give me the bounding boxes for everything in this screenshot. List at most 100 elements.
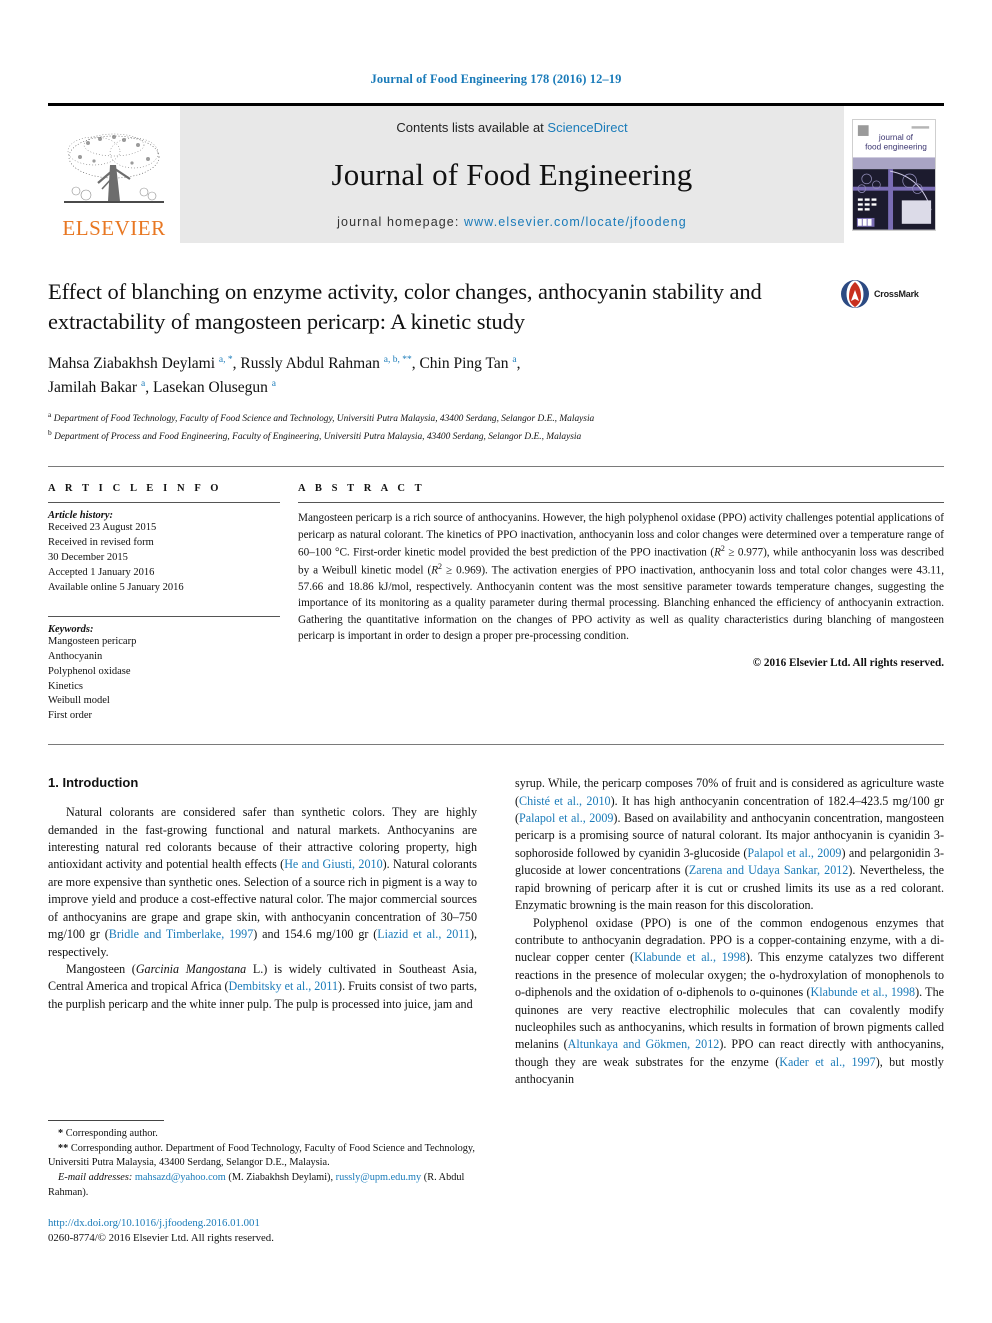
journal-cover-image: journal of food engineering bbox=[852, 118, 936, 231]
journal-homepage-line: journal homepage: www.elsevier.com/locat… bbox=[337, 215, 687, 229]
keywords-divider bbox=[48, 615, 280, 617]
history-line: Received in revised form bbox=[48, 537, 154, 549]
elsevier-tree-icon bbox=[64, 133, 164, 203]
citation-link[interactable]: Liazid et al., 2011 bbox=[377, 927, 470, 941]
sciencedirect-link[interactable]: ScienceDirect bbox=[547, 120, 627, 135]
intro-paragraph-4: Polyphenol oxidase (PPO) is one of the c… bbox=[515, 915, 944, 1089]
author-name-1: Mahsa Ziabakhsh Deylami bbox=[48, 355, 219, 373]
info-abstract-band: A R T I C L E I N F O Article history: R… bbox=[48, 466, 944, 746]
author-line-2: Jamilah Bakar a, Lasekan Olusegun a bbox=[48, 376, 944, 399]
footnote-marker-doublestar: ** bbox=[58, 1142, 69, 1154]
contents-prefix: Contents lists available at bbox=[396, 120, 548, 135]
email-addresses-label: E-mail addresses: bbox=[58, 1172, 133, 1184]
affiliation-marker-a: a bbox=[48, 409, 52, 419]
footnote-text-doublestar: Corresponding author. Department of Food… bbox=[48, 1142, 475, 1169]
journal-homepage-link[interactable]: www.elsevier.com/locate/jfoodeng bbox=[464, 215, 687, 229]
citation-link[interactable]: Dembitsky et al., 2011 bbox=[229, 979, 339, 993]
doi-link[interactable]: http://dx.doi.org/10.1016/j.jfoodeng.201… bbox=[48, 1216, 477, 1231]
citation-link[interactable]: He and Giusti, 2010 bbox=[284, 857, 382, 871]
citation-link[interactable]: Zarena and Udaya Sankar, 2012 bbox=[689, 863, 849, 877]
footnote-corresponding-1: * Corresponding author. bbox=[48, 1127, 477, 1142]
affiliation-text-a: Department of Food Technology, Faculty o… bbox=[53, 414, 595, 424]
abstract-r-symbol-1: R bbox=[714, 546, 721, 559]
history-line: Accepted 1 January 2016 bbox=[48, 567, 155, 578]
masthead-center: Contents lists available at ScienceDirec… bbox=[180, 106, 844, 243]
intro-paragraph-1: Natural colorants are considered safer t… bbox=[48, 804, 477, 961]
abstract-divider bbox=[298, 502, 944, 504]
footnote-emails: E-mail addresses: mahsazd@yahoo.com (M. … bbox=[48, 1171, 477, 1200]
elsevier-wordmark: ELSEVIER bbox=[62, 216, 166, 240]
contents-available-line: Contents lists available at ScienceDirec… bbox=[396, 120, 627, 135]
crossmark-label: CrossMark bbox=[874, 289, 919, 299]
footnote-corresponding-2: ** Corresponding author. Department of F… bbox=[48, 1142, 477, 1171]
elsevier-logo: ELSEVIER bbox=[48, 106, 180, 243]
keyword-item: First order bbox=[48, 710, 93, 722]
footnote-divider bbox=[48, 1120, 164, 1122]
author-affil-marker-5: a bbox=[271, 378, 276, 389]
affiliation-text-b: Department of Process and Food Engineeri… bbox=[54, 431, 582, 442]
intro-paragraph-2: Mangosteen (Garcinia Mangostana L.) is w… bbox=[48, 961, 477, 1013]
keywords-label: Keywords: bbox=[48, 623, 94, 635]
keyword-item: Weibull model bbox=[48, 695, 110, 707]
journal-title: Journal of Food Engineering bbox=[331, 157, 693, 192]
page-title: Effect of blanching on enzyme activity, … bbox=[48, 279, 762, 334]
crossmark-icon bbox=[841, 280, 869, 308]
author-sep-2: , Chin Ping Tan bbox=[411, 355, 513, 373]
citation-link[interactable]: Klabunde et al., 1998 bbox=[634, 950, 746, 964]
footnote-block: * Corresponding author. ** Corresponding… bbox=[48, 1120, 477, 1246]
running-head: Journal of Food Engineering 178 (2016) 1… bbox=[370, 72, 622, 86]
doi-block: http://dx.doi.org/10.1016/j.jfoodeng.201… bbox=[48, 1216, 477, 1246]
abstract-section: A B S T R A C T Mangosteen pericarp is a… bbox=[298, 483, 944, 724]
author-list: Mahsa Ziabakhsh Deylami a, *, Russly Abd… bbox=[48, 352, 944, 399]
abstract-text: Mangosteen pericarp is a rich source of … bbox=[298, 510, 944, 644]
email-link-1[interactable]: mahsazd@yahoo.com bbox=[135, 1172, 226, 1183]
affiliations: a Department of Food Technology, Faculty… bbox=[48, 409, 944, 444]
species-name: Garcinia Mangostana bbox=[135, 961, 247, 976]
keyword-item: Kinetics bbox=[48, 680, 83, 692]
citation-link[interactable]: Altunkaya and Gökmen, 2012 bbox=[568, 1037, 720, 1051]
citation-link[interactable]: Palapol et al., 2009 bbox=[747, 846, 841, 860]
journal-masthead: ELSEVIER Contents lists available at Sci… bbox=[48, 103, 944, 243]
article-info-divider bbox=[48, 502, 280, 504]
crossmark-badge[interactable]: CrossMark bbox=[840, 277, 944, 309]
article-info-heading: A R T I C L E I N F O bbox=[48, 483, 223, 495]
article-page: Journal of Food Engineering 178 (2016) 1… bbox=[0, 0, 992, 1323]
issn-copyright-line: 0260-8774/© 2016 Elsevier Ltd. All right… bbox=[48, 1232, 274, 1245]
citation-link[interactable]: Klabunde et al., 1998 bbox=[811, 985, 916, 999]
abstract-copyright: © 2016 Elsevier Ltd. All rights reserved… bbox=[752, 656, 944, 669]
author-sep-1: , Russly Abdul Rahman bbox=[232, 355, 384, 373]
homepage-prefix: journal homepage: bbox=[337, 215, 464, 229]
citation-link[interactable]: Bridle and Timberlake, 1997 bbox=[109, 927, 254, 941]
keyword-item: Anthocyanin bbox=[48, 650, 103, 662]
affiliation-b: b Department of Process and Food Enginee… bbox=[48, 427, 944, 445]
journal-cover-thumbnail: journal of food engineering bbox=[844, 106, 944, 243]
author-sep-3: , bbox=[516, 355, 521, 373]
article-history-label: Article history: bbox=[48, 510, 114, 522]
body-column-left: 1. Introduction Natural colorants are co… bbox=[48, 775, 477, 1244]
email-link-2[interactable]: russly@upm.edu.my bbox=[336, 1172, 422, 1183]
affiliation-a: a Department of Food Technology, Faculty… bbox=[48, 409, 944, 427]
section-heading-introduction: 1. Introduction bbox=[48, 775, 139, 791]
intro-p1-text-c: ) and 154.6 mg/100 gr ( bbox=[253, 927, 378, 942]
history-line: 30 December 2015 bbox=[48, 552, 128, 564]
abstract-heading: A B S T R A C T bbox=[298, 483, 426, 495]
footnote-text-star: Corresponding author. bbox=[63, 1128, 158, 1140]
title-column: Effect of blanching on enzyme activity, … bbox=[48, 277, 840, 336]
abstract-r-symbol-2: R bbox=[431, 564, 439, 577]
author-affil-marker-2: a, b, ** bbox=[383, 355, 412, 366]
citation-link[interactable]: Palapol et al., 2009 bbox=[519, 811, 613, 825]
citation-link[interactable]: Kader et al., 1997 bbox=[779, 1055, 875, 1069]
title-block: Effect of blanching on enzyme activity, … bbox=[48, 277, 944, 336]
author-affil-marker-1: a, * bbox=[218, 355, 233, 366]
email-owner-1: (M. Ziabakhsh Deylami), bbox=[225, 1172, 336, 1184]
citation-link[interactable]: Chisté et al., 2010 bbox=[519, 794, 611, 808]
history-line: Available online 5 January 2016 bbox=[48, 581, 184, 593]
intro-p2-text-a: Mangosteen ( bbox=[66, 961, 136, 976]
intro-paragraph-3: syrup. While, the pericarp composes 70% … bbox=[515, 775, 944, 914]
keyword-item: Polyphenol oxidase bbox=[48, 665, 131, 677]
history-line: Received 23 August 2015 bbox=[48, 522, 157, 534]
article-body: 1. Introduction Natural colorants are co… bbox=[48, 775, 944, 1244]
author-sep-4: , Lasekan Olusegun bbox=[145, 378, 272, 396]
svg-text:food engineering: food engineering bbox=[865, 141, 927, 151]
